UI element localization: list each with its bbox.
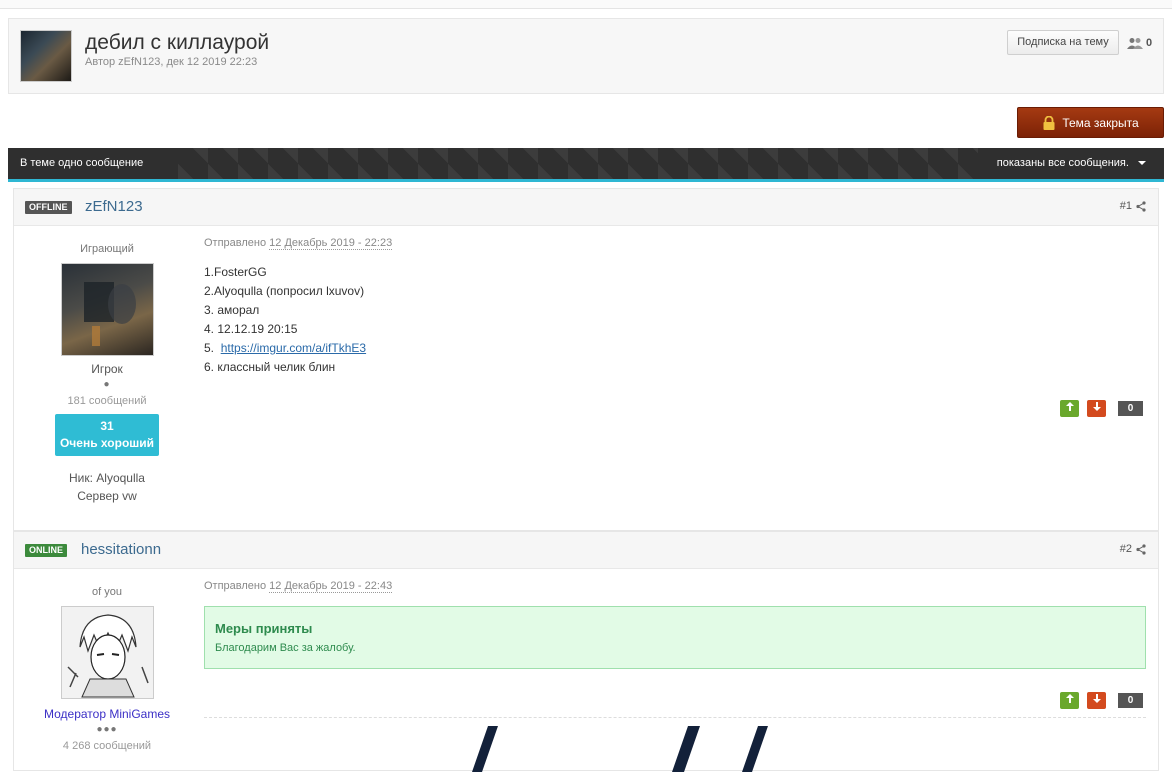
share-icon[interactable] bbox=[1136, 200, 1146, 212]
author-sidebar: Играющий Игрок ● 181 сообщений 31 Очень … bbox=[14, 243, 200, 505]
vote-score: 0 bbox=[1118, 693, 1143, 708]
topic-title: дебил с киллаурой bbox=[85, 31, 270, 54]
post-voting: 0 bbox=[1060, 400, 1143, 417]
people-icon bbox=[1127, 38, 1143, 49]
vote-score: 0 bbox=[1118, 401, 1143, 416]
arrow-down-icon[interactable] bbox=[1087, 692, 1106, 709]
rank-pips: ● bbox=[103, 379, 111, 390]
server-field: Сервер vw bbox=[77, 489, 137, 503]
body-line: 6. классный челик блин bbox=[204, 360, 336, 374]
post-filter-dropdown[interactable]: показаны все сообщения. bbox=[997, 157, 1146, 169]
author-post-count: 181 сообщений bbox=[67, 395, 147, 407]
moderation-notice: Меры приняты Благодарим Вас за жалобу. bbox=[204, 606, 1146, 669]
post-2: ONLINE hessitationn #2 of you Модератор … bbox=[13, 531, 1159, 772]
author-post-count: 4 268 сообщений bbox=[62, 740, 152, 752]
post-number-label: #2 bbox=[1119, 543, 1132, 555]
member-group: Модератор MiniGames bbox=[43, 707, 171, 721]
nick-field: Ник: Alyoqulla bbox=[69, 471, 145, 485]
reputation-badge: 31 Очень хороший bbox=[55, 414, 159, 456]
arrow-up-icon[interactable] bbox=[1060, 692, 1079, 709]
posted-timestamp: 12 Декабрь 2019 - 22:23 bbox=[269, 237, 393, 250]
lock-icon bbox=[1043, 115, 1055, 130]
post-body: 1.FosterGG 2.Alyoqulla (попросил lxuvov)… bbox=[204, 263, 392, 377]
post-author-link[interactable]: zEfN123 bbox=[85, 198, 143, 215]
author-avatar[interactable] bbox=[60, 606, 154, 699]
post-number-label: #1 bbox=[1119, 200, 1132, 212]
signature-divider bbox=[204, 717, 1146, 718]
topic-header: дебил с киллаурой Автор zEfN123, дек 12 … bbox=[8, 18, 1164, 94]
followers-count[interactable]: 0 bbox=[1127, 37, 1152, 49]
link-prefix: 5. bbox=[204, 341, 215, 355]
user-title: of you bbox=[92, 586, 122, 598]
topic-closed-button[interactable]: Тема закрыта bbox=[1017, 107, 1164, 138]
avatar-photo bbox=[83, 282, 136, 346]
imgur-link[interactable]: https://imgur.com/a/ifTkhE3 bbox=[221, 341, 366, 355]
post-header: OFFLINE zEfN123 #1 bbox=[14, 189, 1158, 226]
followers-number: 0 bbox=[1146, 37, 1153, 49]
body-line: 2.Alyoqulla (попросил lxuvov) bbox=[204, 284, 365, 298]
notice-title: Меры приняты bbox=[215, 621, 313, 636]
member-group: Игрок bbox=[91, 362, 123, 376]
post-number[interactable]: #2 bbox=[1120, 543, 1146, 555]
topic-closed-label: Тема закрыта bbox=[1062, 115, 1139, 130]
online-badge: ONLINE bbox=[25, 544, 68, 557]
topic-toolbar: В теме одно сообщение показаны все сообщ… bbox=[8, 148, 1164, 182]
avatar-drawing bbox=[66, 614, 149, 698]
body-line: 1.FosterGG bbox=[204, 265, 267, 279]
post-content: Отправлено 12 Декабрь 2019 - 22:23 1.Fos… bbox=[204, 237, 393, 377]
post-content: Отправлено 12 Декабрь 2019 - 22:43 bbox=[204, 580, 393, 593]
post-author-link[interactable]: hessitationn bbox=[81, 541, 161, 558]
topic-author-avatar[interactable] bbox=[20, 30, 72, 82]
arrow-down-icon[interactable] bbox=[1087, 400, 1106, 417]
post-1: OFFLINE zEfN123 #1 Играющий Игрок ● 181 … bbox=[13, 188, 1159, 531]
body-line: 4. 12.12.19 20:15 bbox=[204, 322, 298, 336]
post-header: ONLINE hessitationn #2 bbox=[14, 532, 1158, 569]
rank-pips: ●●● bbox=[96, 724, 118, 735]
top-border bbox=[0, 0, 1172, 9]
share-icon[interactable] bbox=[1136, 543, 1146, 555]
follow-topic-button[interactable]: Подписка на тему bbox=[1007, 30, 1119, 55]
body-line: 3. аморал bbox=[204, 303, 260, 317]
author-sidebar: of you Модератор MiniGames ●●● 4 268 соо… bbox=[14, 586, 200, 752]
post-number[interactable]: #1 bbox=[1120, 200, 1146, 212]
caret-down-icon bbox=[1138, 161, 1146, 165]
reputation-label: Очень хороший bbox=[59, 436, 155, 450]
topic-meta: Автор zEfN123, дек 12 2019 22:23 bbox=[85, 56, 258, 68]
post-filter-label: показаны все сообщения. bbox=[996, 157, 1129, 169]
arrow-up-icon[interactable] bbox=[1060, 400, 1079, 417]
notice-text: Благодарим Вас за жалобу. bbox=[215, 642, 356, 654]
offline-badge: OFFLINE bbox=[25, 201, 72, 214]
signature-image bbox=[472, 726, 768, 772]
reputation-value: 31 bbox=[100, 419, 114, 433]
posted-prefix: Отправлено bbox=[204, 580, 267, 592]
bar-pattern bbox=[178, 148, 978, 179]
posted-prefix: Отправлено bbox=[204, 237, 267, 249]
posted-date: Отправлено 12 Декабрь 2019 - 22:43 bbox=[204, 580, 393, 593]
body-line-link: 5. https://imgur.com/a/ifTkhE3 bbox=[204, 339, 392, 358]
posted-date: Отправлено 12 Декабрь 2019 - 22:23 bbox=[204, 237, 393, 250]
posted-timestamp: 12 Декабрь 2019 - 22:43 bbox=[269, 580, 393, 593]
author-avatar[interactable] bbox=[60, 263, 154, 356]
user-title: Играющий bbox=[80, 243, 134, 255]
post-count-label: В теме одно сообщение bbox=[20, 157, 144, 169]
custom-fields: Ник: Alyoqulla Сервер vw bbox=[14, 469, 200, 505]
post-voting: 0 bbox=[1060, 692, 1143, 709]
